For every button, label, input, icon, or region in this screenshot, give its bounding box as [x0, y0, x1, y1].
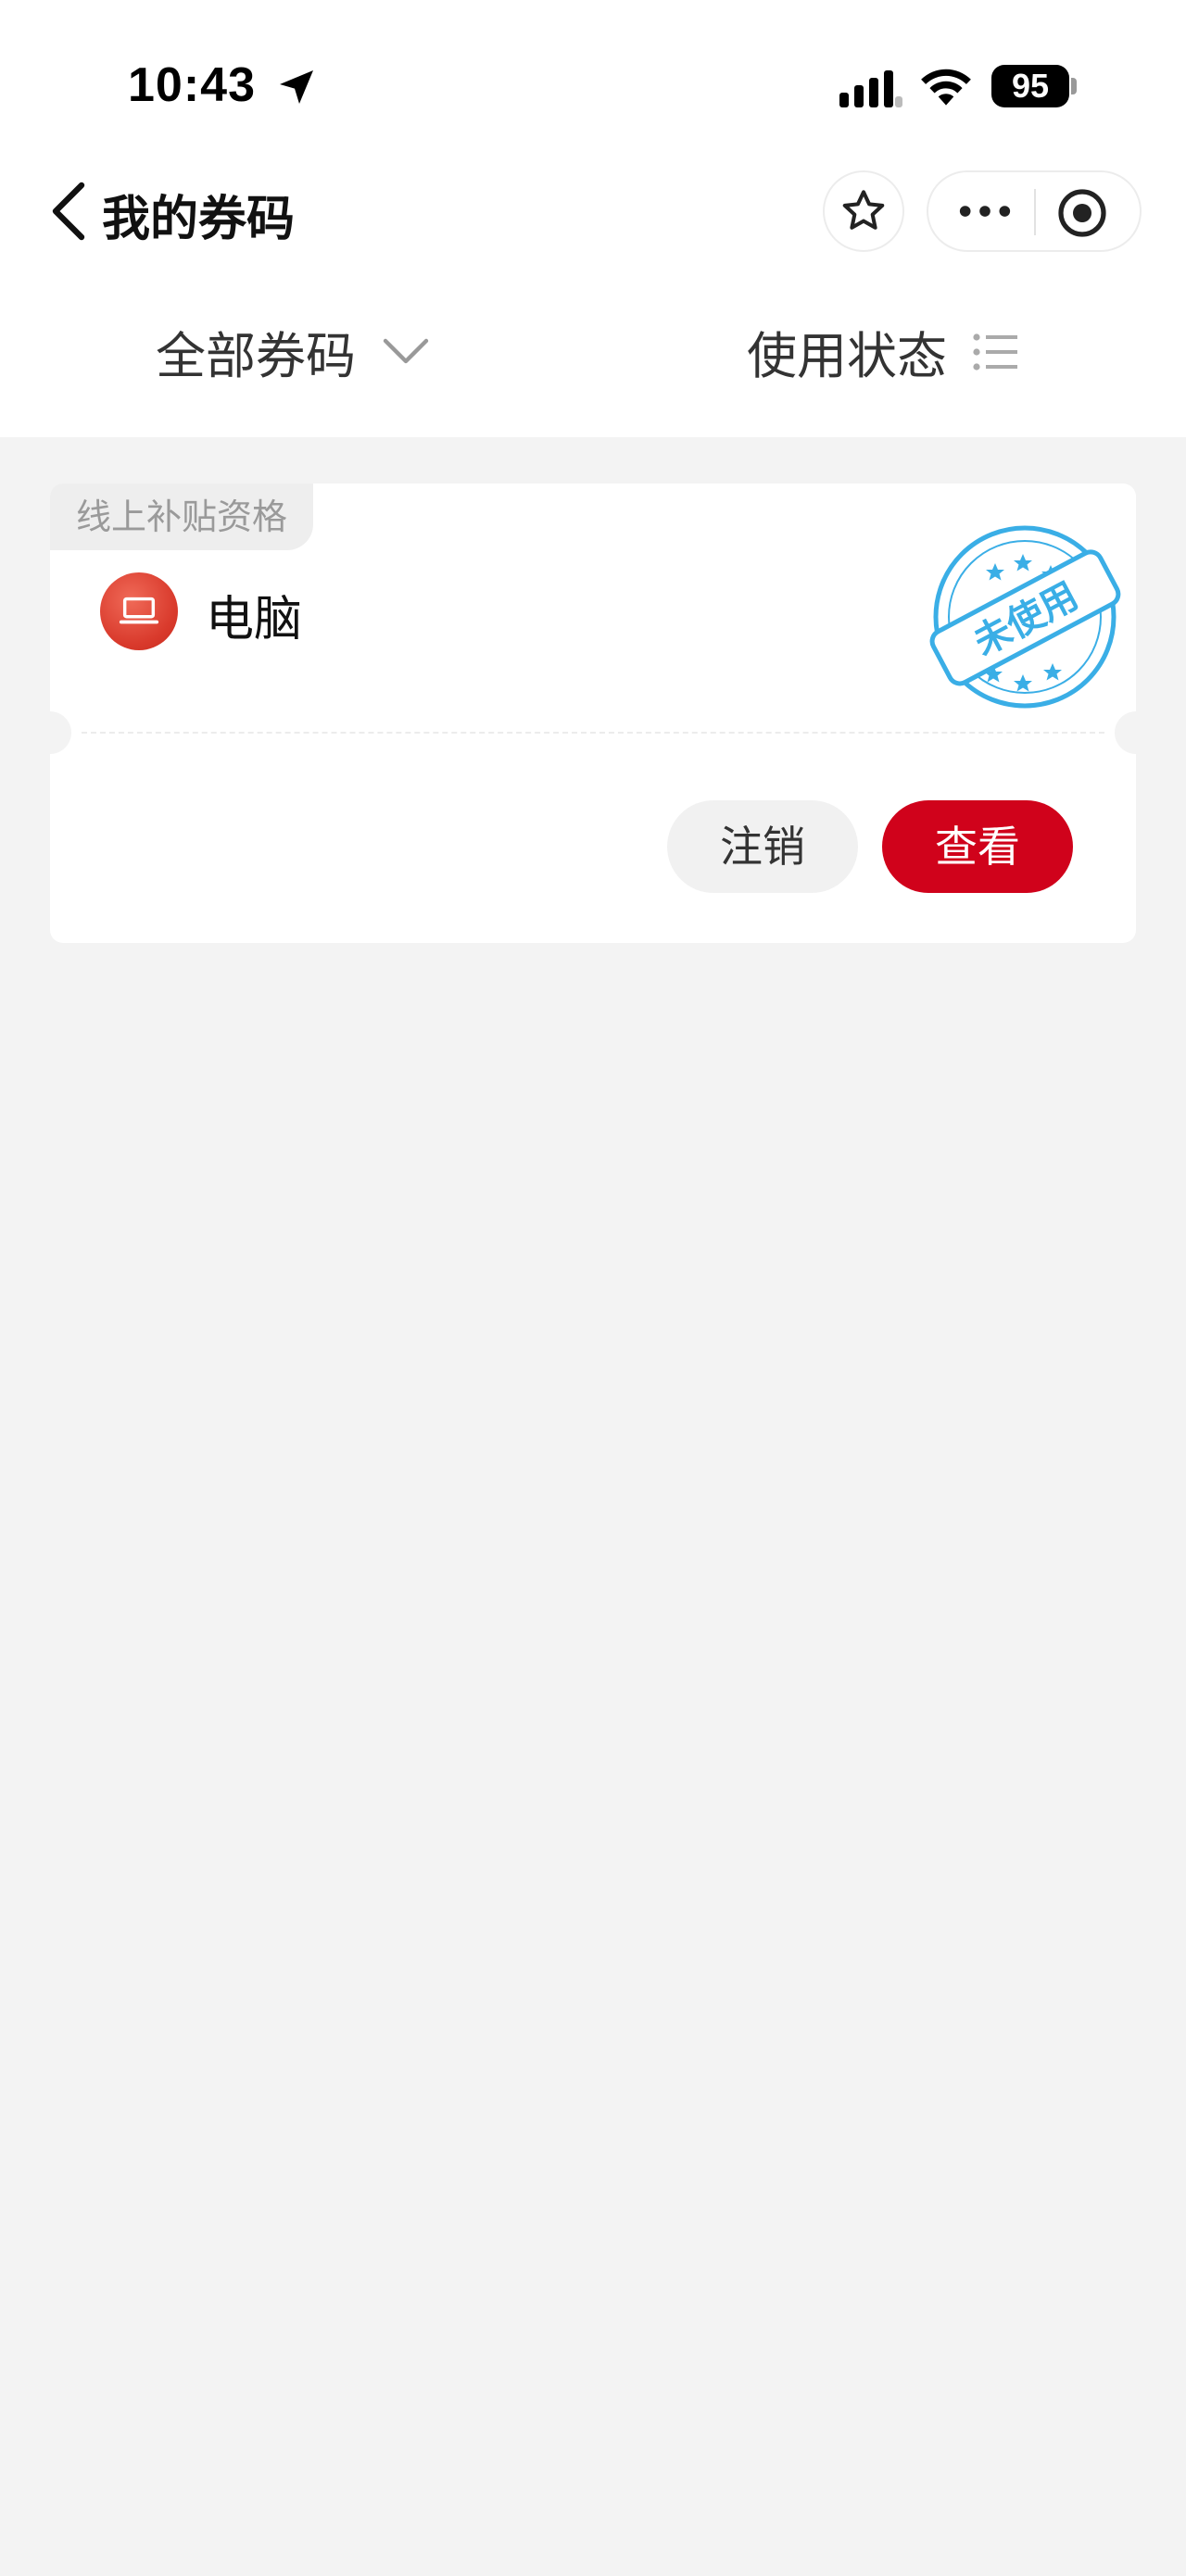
filter-all-coupons[interactable]: 全部券码 — [156, 315, 430, 388]
battery-tip — [1071, 78, 1077, 94]
status-time: 10:43 — [128, 58, 256, 112]
view-button[interactable]: 查看 — [882, 800, 1073, 893]
wifi-icon — [921, 69, 971, 106]
header-area: 10:43 95 我的券码 全部券码 使用状态 — [0, 0, 1186, 437]
favorite-button[interactable] — [823, 170, 904, 252]
page-title: 我的券码 — [102, 192, 296, 247]
capsule-divider — [1034, 189, 1036, 235]
location-arrow-icon — [280, 70, 313, 104]
filter-status-label: 使用状态 — [747, 327, 947, 385]
card-divider — [82, 732, 1104, 734]
mini-program-capsule — [927, 170, 1142, 252]
more-icon[interactable] — [956, 193, 1014, 230]
unused-stamp: 未使用 — [929, 525, 1121, 709]
cellular-signal-icon — [839, 70, 902, 107]
back-icon[interactable] — [48, 182, 89, 241]
star-icon — [842, 190, 885, 230]
coupon-card: 线上补贴资格 电脑 未使用 注销 查看 — [29, 484, 1157, 943]
card-notch-right — [1115, 711, 1157, 754]
card-notch-left — [29, 711, 71, 754]
filter-usage-status[interactable]: 使用状态 — [747, 315, 1019, 388]
target-icon[interactable] — [1056, 187, 1108, 239]
filter-all-label: 全部券码 — [156, 327, 356, 385]
laptop-icon — [100, 572, 178, 650]
coupon-name: 电脑 — [206, 592, 303, 647]
battery-indicator: 95 — [991, 65, 1069, 107]
chevron-down-icon — [383, 338, 429, 363]
list-icon — [973, 333, 1017, 371]
cancel-button[interactable]: 注销 — [667, 800, 858, 893]
coupon-tag: 线上补贴资格 — [50, 484, 314, 550]
